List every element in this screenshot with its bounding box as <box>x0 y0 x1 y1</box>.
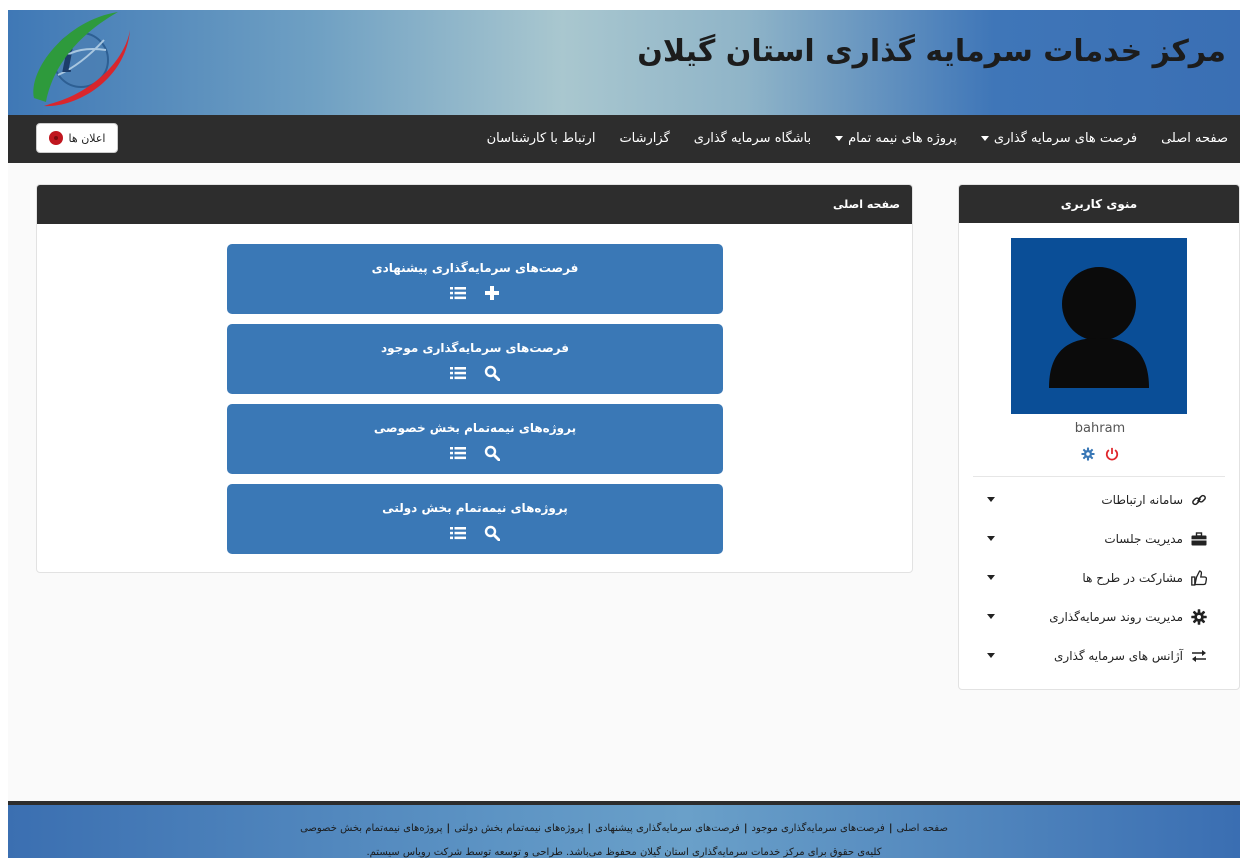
sidebar-item-label: مدیریت روند سرمایه‌گذاری <box>1049 610 1183 624</box>
gear-icon[interactable] <box>1081 447 1095 461</box>
footer-link-existing-opportunities[interactable]: فرصت‌های سرمایه‌گذاری موجود <box>751 823 884 834</box>
chevron-down-icon <box>987 536 995 541</box>
nav-contact-experts[interactable]: ارتباط با کارشناسان <box>475 115 608 163</box>
sidebar-item-meetings[interactable]: مدیریت جلسات <box>959 521 1239 557</box>
card-private-unfinished-projects[interactable]: پروژه‌های نیمه‌تمام بخش خصوصی <box>227 404 723 474</box>
avatar <box>1011 238 1187 414</box>
sidebar-item-label: سامانه ارتباطات <box>1101 493 1183 507</box>
card-existing-opportunities[interactable]: فرصت‌های سرمایه‌گذاری موجود <box>227 324 723 394</box>
search-icon[interactable] <box>484 525 500 541</box>
separator: | <box>587 823 592 834</box>
footer-link-private-projects[interactable]: پروژه‌های نیمه‌تمام بخش خصوصی <box>300 823 442 834</box>
list-icon[interactable] <box>450 285 466 301</box>
main-panel-title: صفحه اصلی <box>37 185 912 224</box>
card-title: فرصت‌های سرمایه‌گذاری پیشنهادی <box>371 261 579 275</box>
user-menu-panel: منوی کاربری bahram سامانه ارتباطات مدیری… <box>958 184 1240 690</box>
link-icon <box>1192 494 1206 506</box>
nav-home[interactable]: صفحه اصلی <box>1149 115 1240 163</box>
card-title: پروژه‌های نیمه‌تمام بخش خصوصی <box>373 421 577 435</box>
user-silhouette-icon <box>1049 267 1149 388</box>
nav-investment-club-label: باشگاه سرمایه گذاری <box>693 131 812 146</box>
power-icon[interactable] <box>1105 447 1119 461</box>
card-icons <box>227 285 723 301</box>
footer-link-home[interactable]: صفحه اصلی <box>896 823 947 834</box>
nav-investment-club[interactable]: باشگاه سرمایه گذاری <box>682 115 823 163</box>
nav-investment-opportunities[interactable]: فرصت های سرمایه گذاری <box>969 115 1149 163</box>
card-icons <box>227 365 723 381</box>
sidebar-item-investment-process[interactable]: مدیریت روند سرمایه‌گذاری <box>959 599 1239 635</box>
footer-link-government-projects[interactable]: پروژه‌های نیمه‌تمام بخش دولتی <box>454 823 583 834</box>
sidebar-item-investment-agencies[interactable]: آژانس های سرمایه گذاری <box>959 638 1239 674</box>
footer: صفحه اصلی|فرصت‌های سرمایه‌گذاری موجود|فر… <box>8 801 1240 858</box>
sidebar-item-communications[interactable]: سامانه ارتباطات <box>959 482 1239 518</box>
card-icons <box>227 445 723 461</box>
nav-menu: صفحه اصلی فرصت های سرمایه گذاری پروژه ها… <box>475 115 1240 163</box>
thumbs-up-icon <box>1191 570 1207 586</box>
nav-unfinished-projects[interactable]: پروژه های نیمه تمام <box>823 115 969 163</box>
chevron-down-icon <box>987 497 995 502</box>
nav-reports[interactable]: گزارشات <box>607 115 681 163</box>
chevron-down-icon <box>835 136 844 141</box>
separator: | <box>446 823 451 834</box>
exchange-icon <box>1192 650 1206 662</box>
username: bahram <box>1074 421 1126 436</box>
sidebar-item-participation[interactable]: مشارکت در طرح ها <box>959 560 1239 596</box>
separator: | <box>743 823 748 834</box>
briefcase-icon <box>1191 532 1207 546</box>
notification-dot-icon <box>48 131 63 145</box>
search-icon[interactable] <box>484 445 500 461</box>
announcements-label: اعلان ها <box>68 131 106 145</box>
list-icon[interactable] <box>450 445 466 461</box>
main-panel: صفحه اصلی فرصت‌های سرمایه‌گذاری پیشنهادی… <box>36 184 913 573</box>
main-navbar: صفحه اصلی فرصت های سرمایه گذاری پروژه ها… <box>8 115 1240 163</box>
card-title: پروژه‌های نیمه‌تمام بخش دولتی <box>382 501 568 515</box>
nav-home-label: صفحه اصلی <box>1161 131 1228 146</box>
plus-icon[interactable] <box>484 285 500 301</box>
announcements-button[interactable]: اعلان ها <box>36 123 118 153</box>
divider <box>973 476 1225 477</box>
site-title: مرکز خدمات سرمایه گذاری استان گیلان <box>637 34 1226 69</box>
nav-reports-label: گزارشات <box>619 131 670 146</box>
chevron-down-icon <box>987 653 995 658</box>
chevron-down-icon <box>980 136 989 141</box>
header-banner: i مرکز خدمات سرمایه گذاری استان گیلان <box>8 10 1240 115</box>
chevron-down-icon <box>987 614 995 619</box>
card-proposed-opportunities[interactable]: فرصت‌های سرمایه‌گذاری پیشنهادی <box>227 244 723 314</box>
page: i مرکز خدمات سرمایه گذاری استان گیلان صف… <box>8 10 1240 858</box>
nav-investment-opportunities-label: فرصت های سرمایه گذاری <box>993 131 1138 146</box>
chevron-down-icon <box>987 575 995 580</box>
gear-icon <box>1191 609 1207 625</box>
user-actions <box>959 447 1239 461</box>
separator: | <box>888 823 893 834</box>
list-icon[interactable] <box>450 365 466 381</box>
card-government-unfinished-projects[interactable]: پروژه‌های نیمه‌تمام بخش دولتی <box>227 484 723 554</box>
user-menu-title: منوی کاربری <box>959 185 1239 223</box>
footer-copyright: کلیه‌ی حقوق برای مرکز خدمات سرمایه‌گذاری… <box>366 847 882 858</box>
sidebar-item-label: مشارکت در طرح ها <box>1082 571 1183 585</box>
nav-unfinished-projects-label: پروژه های نیمه تمام <box>848 131 957 146</box>
card-title: فرصت‌های سرمایه‌گذاری موجود <box>381 341 569 355</box>
nav-contact-experts-label: ارتباط با کارشناسان <box>486 131 596 146</box>
sidebar-item-label: آژانس های سرمایه گذاری <box>1054 649 1183 663</box>
footer-link-proposed-opportunities[interactable]: فرصت‌های سرمایه‌گذاری پیشنهادی <box>595 823 740 834</box>
card-icons <box>227 525 723 541</box>
list-icon[interactable] <box>450 525 466 541</box>
footer-links: صفحه اصلی|فرصت‌های سرمایه‌گذاری موجود|فر… <box>8 823 1240 834</box>
logo-icon: i <box>33 12 130 107</box>
search-icon[interactable] <box>484 365 500 381</box>
sidebar-item-label: مدیریت جلسات <box>1104 532 1183 546</box>
